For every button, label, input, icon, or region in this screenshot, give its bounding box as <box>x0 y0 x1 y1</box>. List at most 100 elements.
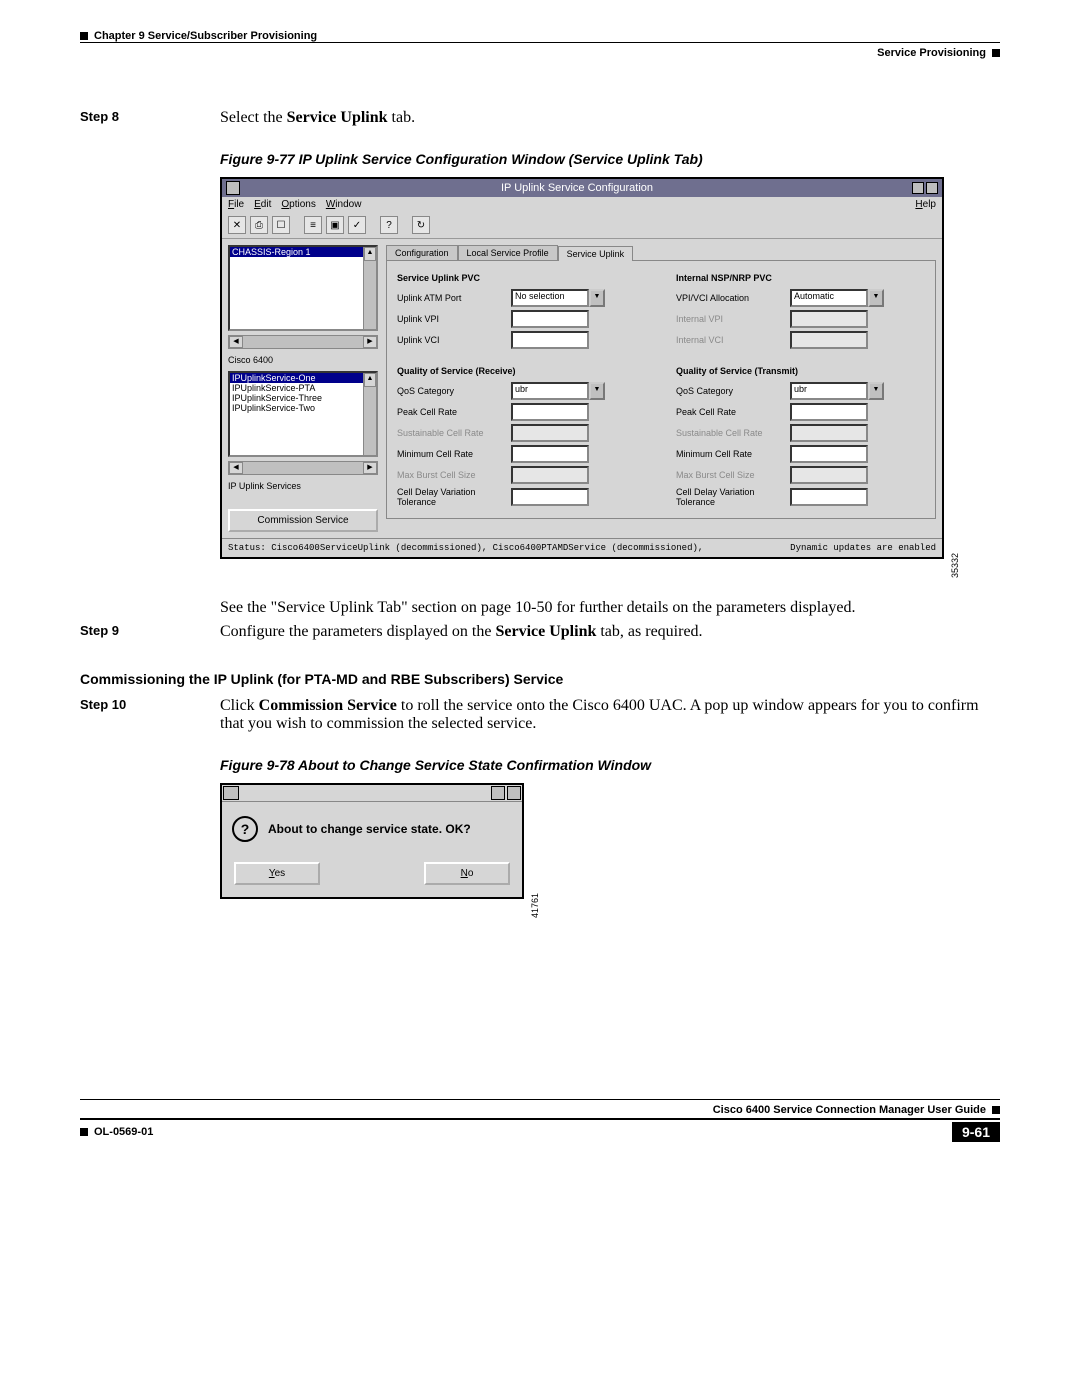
step-8-text: Select the Service Uplink tab. <box>220 109 1000 127</box>
chevron-down-icon[interactable]: ▼ <box>589 382 605 400</box>
tab-service-uplink[interactable]: Service Uplink <box>558 246 634 261</box>
uplink-vci-input[interactable] <box>511 331 589 349</box>
service-item-selected[interactable]: IPUplinkService-One <box>230 373 376 383</box>
confirm-message: About to change service state. OK? <box>268 822 471 836</box>
maximize-icon[interactable] <box>507 786 521 800</box>
refresh-icon[interactable]: ↻ <box>412 216 430 234</box>
chevron-down-icon[interactable]: ▼ <box>868 382 884 400</box>
tab-local-service-profile[interactable]: Local Service Profile <box>458 245 558 260</box>
toolbar: ✕ ⎙ ☐ ≡ ▣ ✓ ? ↻ <box>222 212 942 239</box>
qos-category-tx-value[interactable]: ubr <box>790 382 868 400</box>
max-burst-rx-label: Max Burst Cell Size <box>397 470 507 480</box>
footer-guide-title: Cisco 6400 Service Connection Manager Us… <box>713 1104 986 1116</box>
internal-vci-input <box>790 331 868 349</box>
toolbar-icon-6[interactable]: ✓ <box>348 216 366 234</box>
vpivci-allocation-combo[interactable]: Automatic ▼ <box>790 289 884 307</box>
maximize-icon[interactable] <box>926 182 938 194</box>
system-menu-icon[interactable] <box>226 181 240 195</box>
figure-78-id: 41761 <box>530 893 540 918</box>
step-8-text-c: tab. <box>388 109 416 126</box>
group-qos-transmit: Quality of Service (Transmit) <box>676 366 925 376</box>
footer-square-icon <box>992 1106 1000 1114</box>
toolbar-icon-3[interactable]: ☐ <box>272 216 290 234</box>
step-10-text: Click Commission Service to roll the ser… <box>220 697 1000 733</box>
group-internal-pvc: Internal NSP/NRP PVC <box>676 273 925 283</box>
chevron-down-icon[interactable]: ▼ <box>868 289 884 307</box>
step-8-text-a: Select the <box>220 109 287 126</box>
system-menu-icon[interactable] <box>223 786 239 800</box>
services-listbox[interactable]: IPUplinkService-One IPUplinkService-PTA … <box>228 371 378 457</box>
internal-vpi-label: Internal VPI <box>676 314 786 324</box>
menu-window[interactable]: Window <box>326 199 362 210</box>
qos-category-rx-label: QoS Category <box>397 386 507 396</box>
vpivci-allocation-label: VPI/VCI Allocation <box>676 293 786 303</box>
sustainable-cell-rate-tx-input <box>790 424 868 442</box>
service-uplink-panel: Service Uplink PVC Uplink ATM Port No se… <box>386 260 936 519</box>
peak-cell-rate-tx-input[interactable] <box>790 403 868 421</box>
figure-78-caption: Figure 9-78 About to Change Service Stat… <box>220 757 1000 773</box>
qos-category-tx-label: QoS Category <box>676 386 786 396</box>
minimize-icon[interactable] <box>912 182 924 194</box>
print-icon[interactable]: ⎙ <box>250 216 268 234</box>
group-service-uplink-pvc: Service Uplink PVC <box>397 273 646 283</box>
scrollbar-vertical[interactable]: ▲ <box>363 373 376 455</box>
no-button[interactable]: No <box>424 862 510 885</box>
uplink-atm-port-label: Uplink ATM Port <box>397 293 507 303</box>
toolbar-icon-5[interactable]: ▣ <box>326 216 344 234</box>
toolbar-icon-4[interactable]: ≡ <box>304 216 322 234</box>
status-left: Status: Cisco6400ServiceUplink (decommis… <box>228 543 703 553</box>
tab-configuration[interactable]: Configuration <box>386 245 458 260</box>
yes-button[interactable]: Yes <box>234 862 320 885</box>
toolbar-icon-1[interactable]: ✕ <box>228 216 246 234</box>
scrollbar-horizontal[interactable]: ◀▶ <box>228 461 378 475</box>
sustainable-cell-rate-tx-label: Sustainable Cell Rate <box>676 428 786 438</box>
uplink-vpi-label: Uplink VPI <box>397 314 507 324</box>
status-bar: Status: Cisco6400ServiceUplink (decommis… <box>222 538 942 557</box>
step-9-label: Step 9 <box>80 623 220 641</box>
dialog-titlebar[interactable] <box>222 785 522 802</box>
minimum-cell-rate-tx-label: Minimum Cell Rate <box>676 449 786 459</box>
chassis-listbox[interactable]: CHASSIS-Region 1 ▲ <box>228 245 378 331</box>
qos-category-rx-combo[interactable]: ubr ▼ <box>511 382 605 400</box>
step-9-text-b: Service Uplink <box>495 623 596 640</box>
help-icon[interactable]: ? <box>380 216 398 234</box>
minimize-icon[interactable] <box>491 786 505 800</box>
chevron-down-icon[interactable]: ▼ <box>589 289 605 307</box>
commissioning-heading: Commissioning the IP Uplink (for PTA-MD … <box>80 671 1000 687</box>
uplink-atm-port-value[interactable]: No selection <box>511 289 589 307</box>
menu-help[interactable]: Help <box>915 199 936 210</box>
max-burst-tx-label: Max Burst Cell Size <box>676 470 786 480</box>
minimum-cell-rate-rx-input[interactable] <box>511 445 589 463</box>
service-item[interactable]: IPUplinkService-Two <box>230 403 376 413</box>
footer-doc-number: OL-0569-01 <box>94 1126 153 1138</box>
menu-file[interactable]: File <box>228 199 244 210</box>
uplink-vpi-input[interactable] <box>511 310 589 328</box>
step-10-text-a: Click <box>220 697 259 714</box>
internal-vci-label: Internal VCI <box>676 335 786 345</box>
step-10-label: Step 10 <box>80 697 220 733</box>
figure-77-caption: Figure 9-77 IP Uplink Service Configurat… <box>220 151 1000 167</box>
minimum-cell-rate-tx-input[interactable] <box>790 445 868 463</box>
cdvt-rx-input[interactable] <box>511 488 589 506</box>
vpivci-allocation-value[interactable]: Automatic <box>790 289 868 307</box>
chassis-item-selected[interactable]: CHASSIS-Region 1 <box>230 247 376 257</box>
uplink-atm-port-combo[interactable]: No selection ▼ <box>511 289 605 307</box>
internal-vpi-input <box>790 310 868 328</box>
service-item[interactable]: IPUplinkService-Three <box>230 393 376 403</box>
peak-cell-rate-tx-label: Peak Cell Rate <box>676 407 786 417</box>
step-10-text-b: Commission Service <box>259 697 397 714</box>
qos-category-tx-combo[interactable]: ubr ▼ <box>790 382 884 400</box>
scrollbar-vertical[interactable]: ▲ <box>363 247 376 329</box>
window-titlebar[interactable]: IP Uplink Service Configuration <box>222 179 942 197</box>
menu-options[interactable]: Options <box>281 199 315 210</box>
service-item[interactable]: IPUplinkService-PTA <box>230 383 376 393</box>
menu-edit[interactable]: Edit <box>254 199 271 210</box>
peak-cell-rate-rx-input[interactable] <box>511 403 589 421</box>
cdvt-tx-input[interactable] <box>790 488 868 506</box>
step-8-text-b: Service Uplink <box>287 109 388 126</box>
qos-category-rx-value[interactable]: ubr <box>511 382 589 400</box>
commission-service-button[interactable]: Commission Service <box>228 509 378 532</box>
ip-uplink-config-window: IP Uplink Service Configuration File Edi… <box>220 177 944 559</box>
cisco-6400-label: Cisco 6400 <box>228 353 378 367</box>
scrollbar-horizontal[interactable]: ◀▶ <box>228 335 378 349</box>
